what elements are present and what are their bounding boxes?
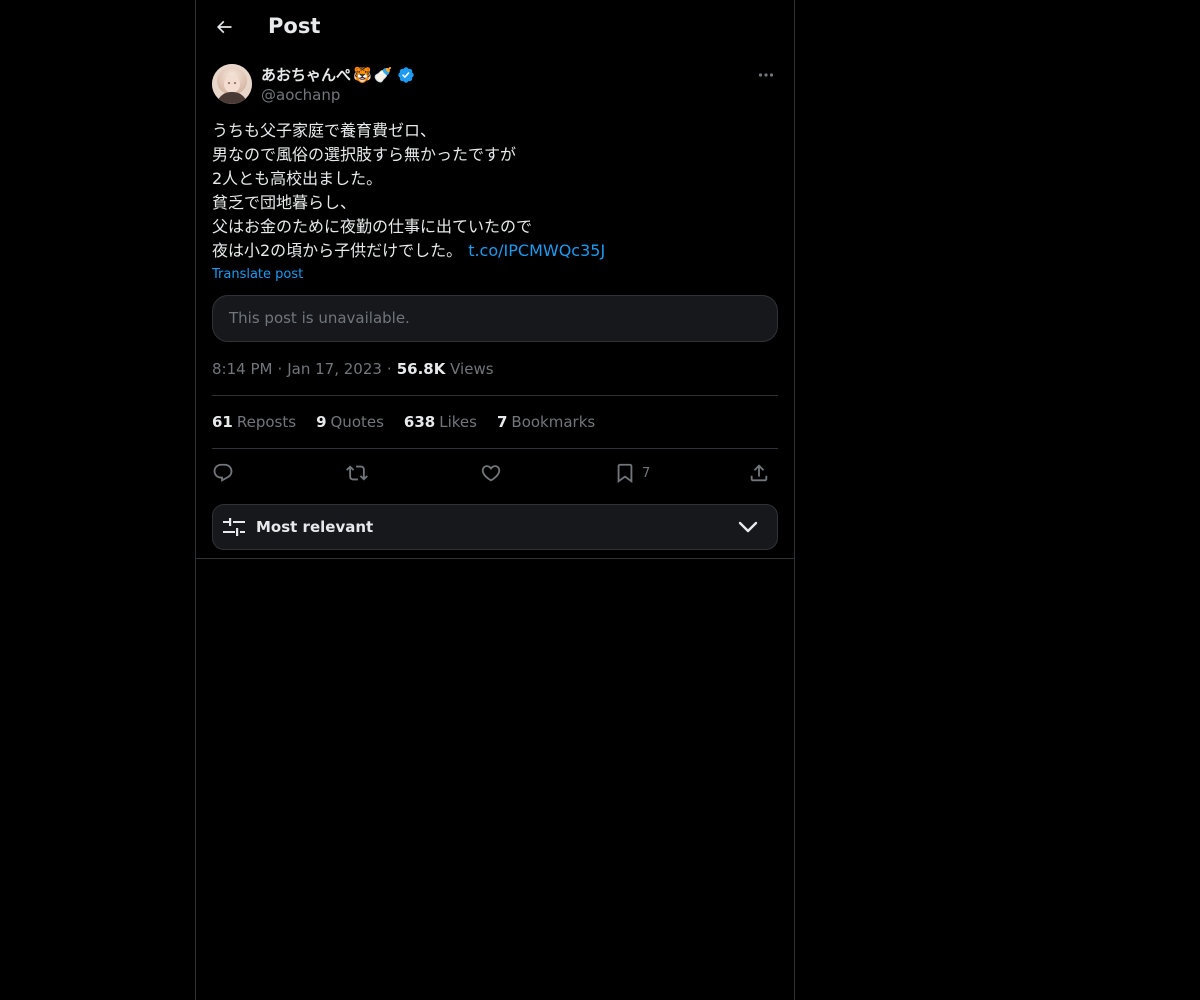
display-name-row[interactable]: あおちゃんぺ 🐯 🍼 (261, 64, 415, 86)
post-text: うちも父子家庭で養育費ゼロ、 男なので風俗の選択肢すら無かったですが 2人とも高… (212, 119, 778, 263)
reposts-stat[interactable]: 61 Reposts (212, 412, 296, 432)
views-count: 56.8K (396, 360, 446, 378)
post-line: 2人とも高校出ました。 (212, 169, 383, 188)
post-line: 男なので風俗の選択肢すら無かったですが (212, 145, 517, 164)
translate-post-link[interactable]: Translate post (212, 265, 303, 285)
page-title: Post (268, 14, 321, 38)
share-button[interactable] (748, 460, 770, 486)
post-line: うちも父子家庭で養育費ゼロ、 (212, 121, 437, 140)
bookmark-button[interactable]: 7 (614, 460, 650, 486)
more-options-button[interactable] (754, 64, 778, 86)
reply-button[interactable] (212, 460, 234, 486)
divider (212, 395, 778, 396)
stat-count: 7 (496, 413, 508, 431)
quotes-stat[interactable]: 9 Quotes (316, 412, 384, 432)
tiger-emoji: 🐯 (353, 66, 372, 84)
more-dots-icon (758, 73, 774, 77)
post-line-last: 夜は小2の頃から子供だけでした。 t.co/IPCMWQc35J (212, 239, 778, 263)
meta-separator: · (386, 360, 392, 378)
post-line: 父はお金のために夜勤の仕事に出ていたので (212, 217, 533, 236)
repost-button[interactable] (346, 460, 368, 486)
post-line-text: 夜は小2の頃から子供だけでした。 (212, 241, 463, 260)
stat-count: 61 (212, 413, 233, 431)
avatar-image (212, 64, 252, 104)
stat-label: Reposts (236, 413, 297, 431)
reply-icon (213, 463, 233, 482)
arrow-left-icon (216, 20, 232, 34)
divider (196, 558, 794, 559)
stat-label: Bookmarks (511, 413, 596, 431)
verified-badge-icon[interactable] (397, 66, 415, 84)
back-button[interactable] (208, 11, 240, 43)
stat-label: Quotes (330, 413, 384, 431)
post-meta: 8:14 PM · Jan 17, 2023 · 56.8K Views (212, 359, 494, 379)
bookmarks-stat[interactable]: 7 Bookmarks (497, 412, 595, 432)
likes-stat[interactable]: 638 Likes (404, 412, 477, 432)
repost-icon (346, 465, 368, 481)
meta-separator: · (277, 360, 283, 378)
post-time[interactable]: 8:14 PM (212, 360, 272, 378)
post-date[interactable]: Jan 17, 2023 (287, 360, 382, 378)
bookmark-icon (617, 463, 633, 484)
share-icon (750, 464, 768, 482)
stat-count: 9 (316, 413, 327, 431)
engagement-stats: 61 Reposts 9 Quotes 638 Likes 7 Bookmarks (212, 412, 595, 432)
sort-label: Most relevant (256, 518, 374, 536)
stat-count: 638 (403, 413, 436, 431)
reply-sort-dropdown[interactable]: Most relevant (212, 504, 778, 550)
sliders-icon (223, 518, 245, 536)
post-header: Post (196, 0, 794, 54)
divider (212, 448, 778, 449)
baby-bottle-emoji: 🍼 (373, 66, 393, 84)
like-button[interactable] (480, 460, 502, 486)
post-line: 貧乏で団地暮らし、 (212, 193, 357, 212)
bookmark-count: 7 (642, 465, 651, 481)
quoted-post-card[interactable]: This post is unavailable. (212, 295, 778, 342)
stat-label: Likes (439, 413, 477, 431)
chevron-down-icon (738, 521, 758, 533)
avatar[interactable] (212, 64, 252, 104)
display-name[interactable]: あおちゃんぺ (261, 64, 351, 86)
views-label: Views (450, 360, 494, 378)
post-link[interactable]: t.co/IPCMWQc35J (468, 241, 605, 260)
main-column: Post あおちゃんぺ 🐯 🍼 @aochanp うちも父子家庭で養育費ゼロ、 … (195, 0, 795, 1000)
heart-icon (481, 465, 501, 482)
post-author: あおちゃんぺ 🐯 🍼 @aochanp (212, 64, 778, 106)
action-bar: 7 (212, 458, 778, 488)
user-handle[interactable]: @aochanp (261, 85, 340, 105)
unavailable-notice: This post is unavailable. (229, 309, 410, 327)
